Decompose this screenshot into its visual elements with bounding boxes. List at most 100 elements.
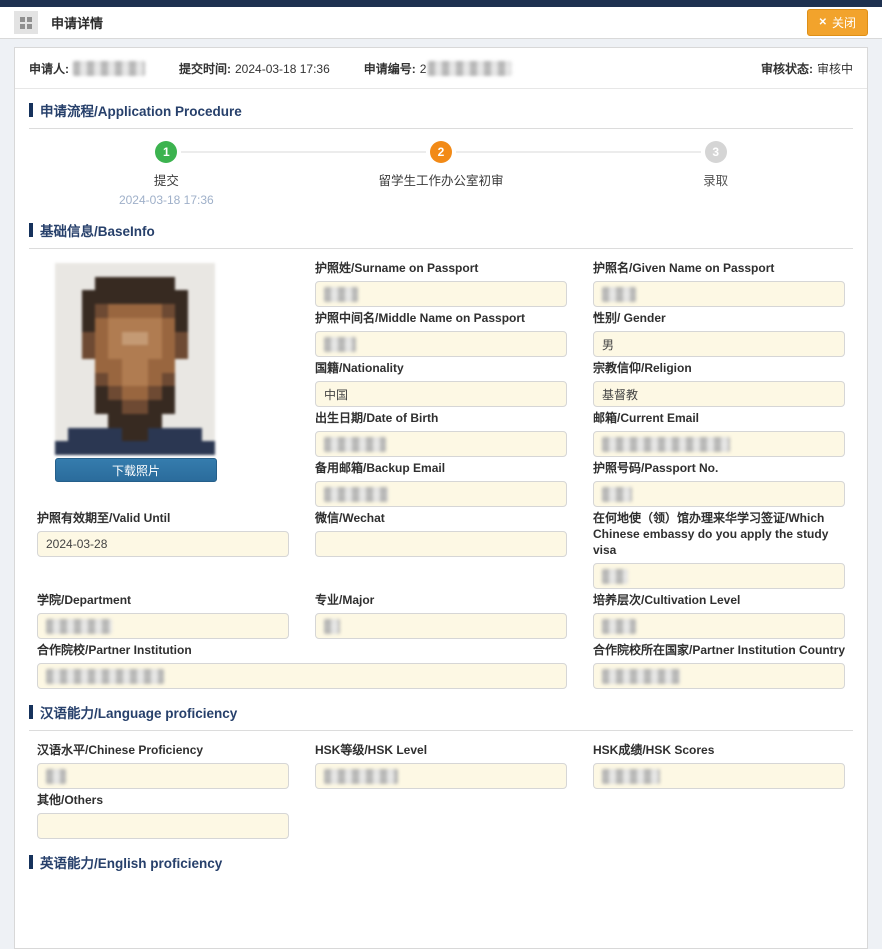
field-label: 微信/Wechat <box>315 510 567 526</box>
middle-name-input[interactable] <box>315 331 567 357</box>
field-given-name: 护照名/Given Name on Passport <box>593 260 845 307</box>
hsk-scores-input[interactable] <box>593 763 845 789</box>
major-input[interactable] <box>315 613 567 639</box>
field-label: 性别/ Gender <box>593 310 845 326</box>
submit-time-value: 2024-03-18 17:36 <box>235 62 330 76</box>
field-surname: 护照姓/Surname on Passport <box>315 260 567 307</box>
date-of-birth-input[interactable] <box>315 431 567 457</box>
current-email-input[interactable] <box>593 431 845 457</box>
field-hsk-scores: HSK成绩/HSK Scores <box>593 742 845 789</box>
field-label: 护照名/Given Name on Passport <box>593 260 845 276</box>
base-info-form: 下载照片 护照姓/Surname on Passport 护照名/Given N… <box>15 249 867 691</box>
section-language-proficiency: 汉语能力/Language proficiency <box>29 702 853 722</box>
step-2-label: 留学生工作办公室初审 <box>304 170 579 189</box>
section-base-info: 基础信息/BaseInfo <box>29 220 853 240</box>
application-no-redacted-value <box>428 61 512 76</box>
field-valid-until: 护照有效期至/Valid Until 2024-03-28 <box>37 510 289 557</box>
field-partner-country: 合作院校所在国家/Partner Institution Country <box>593 642 845 689</box>
field-passport-no: 护照号码/Passport No. <box>593 460 845 507</box>
field-label: 护照姓/Surname on Passport <box>315 260 567 276</box>
section-title: 英语能力/English proficiency <box>40 852 222 872</box>
redacted-value <box>602 287 636 302</box>
field-label: 专业/Major <box>315 592 567 608</box>
step-1-label: 提交 <box>29 170 304 189</box>
field-hsk-level: HSK等级/HSK Level <box>315 742 567 789</box>
procedure-steps: 1 提交 2024-03-18 17:36 2 留学生工作办公室初审 3 录取 <box>15 129 867 209</box>
field-middle-name: 护照中间名/Middle Name on Passport <box>315 310 567 357</box>
religion-input[interactable]: 基督教 <box>593 381 845 407</box>
application-detail-card: 申请人: 提交时间: 2024-03-18 17:36 申请编号: 2 审核状态… <box>14 47 868 949</box>
partner-institution-input[interactable] <box>37 663 567 689</box>
field-label: 护照号码/Passport No. <box>593 460 845 476</box>
review-status-item: 审核状态: 审核中 <box>761 60 853 77</box>
close-label: 关闭 <box>832 14 856 31</box>
field-current-email: 邮箱/Current Email <box>593 410 845 457</box>
field-label: 邮箱/Current Email <box>593 410 845 426</box>
grid-menu-icon[interactable] <box>14 11 38 34</box>
redacted-value <box>46 619 112 634</box>
redacted-value <box>602 437 730 452</box>
embassy-input[interactable] <box>593 563 845 589</box>
redacted-value <box>602 669 680 684</box>
redacted-value <box>602 487 632 502</box>
step-3-label: 录取 <box>578 170 853 189</box>
submit-time-label: 提交时间: <box>179 60 231 77</box>
surname-input[interactable] <box>315 281 567 307</box>
close-button[interactable]: ✕ 关闭 <box>807 9 868 36</box>
field-wechat: 微信/Wechat <box>315 510 567 557</box>
summary-row: 申请人: 提交时间: 2024-03-18 17:36 申请编号: 2 审核状态… <box>15 48 867 89</box>
hsk-level-input[interactable] <box>315 763 567 789</box>
language-proficiency-form: 汉语水平/Chinese Proficiency HSK等级/HSK Level… <box>15 731 867 841</box>
field-label: 学院/Department <box>37 592 289 608</box>
redacted-value <box>46 669 164 684</box>
nationality-input[interactable]: 中国 <box>315 381 567 407</box>
department-input[interactable] <box>37 613 289 639</box>
section-english-proficiency: 英语能力/English proficiency <box>29 852 853 872</box>
valid-until-input[interactable]: 2024-03-28 <box>37 531 289 557</box>
section-title: 基础信息/BaseInfo <box>40 220 155 240</box>
field-label: 汉语水平/Chinese Proficiency <box>37 742 289 758</box>
page-header: 申请详情 ✕ 关闭 <box>0 7 882 39</box>
section-title: 汉语能力/Language proficiency <box>40 702 237 722</box>
applicant-photo <box>55 263 215 455</box>
download-photo-button[interactable]: 下载照片 <box>55 458 217 482</box>
section-application-procedure: 申请流程/Application Procedure <box>29 100 853 120</box>
submit-time-item: 提交时间: 2024-03-18 17:36 <box>179 60 330 77</box>
field-major: 专业/Major <box>315 592 567 639</box>
partner-country-input[interactable] <box>593 663 845 689</box>
field-department: 学院/Department <box>37 592 289 639</box>
field-label: HSK等级/HSK Level <box>315 742 567 758</box>
field-label: 出生日期/Date of Birth <box>315 410 567 426</box>
field-label: 备用邮箱/Backup Email <box>315 460 567 476</box>
application-no-prefix: 2 <box>420 62 427 76</box>
field-nationality: 国籍/Nationality 中国 <box>315 360 567 407</box>
section-accent-bar <box>29 705 33 719</box>
step-1-date: 2024-03-18 17:36 <box>29 193 304 207</box>
step-office-review: 2 留学生工作办公室初审 <box>304 141 579 207</box>
redacted-value <box>324 437 386 452</box>
given-name-input[interactable] <box>593 281 845 307</box>
step-2-circle: 2 <box>430 141 452 163</box>
cultivation-level-input[interactable] <box>593 613 845 639</box>
redacted-value <box>46 769 66 784</box>
page-title: 申请详情 <box>51 13 103 32</box>
step-3-circle: 3 <box>705 141 727 163</box>
gender-input[interactable]: 男 <box>593 331 845 357</box>
field-backup-email: 备用邮箱/Backup Email <box>315 460 567 507</box>
field-label: 合作院校所在国家/Partner Institution Country <box>593 642 845 658</box>
applicant-item: 申请人: <box>29 60 145 77</box>
others-input[interactable] <box>37 813 289 839</box>
redacted-value <box>602 569 628 584</box>
redacted-value <box>324 769 398 784</box>
field-cultivation-level: 培养层次/Cultivation Level <box>593 592 845 639</box>
wechat-input[interactable] <box>315 531 567 557</box>
chinese-proficiency-input[interactable] <box>37 763 289 789</box>
field-partner-institution: 合作院校/Partner Institution <box>37 642 567 689</box>
backup-email-input[interactable] <box>315 481 567 507</box>
close-icon: ✕ <box>819 18 827 28</box>
field-date-of-birth: 出生日期/Date of Birth <box>315 410 567 457</box>
field-label: 合作院校/Partner Institution <box>37 642 567 658</box>
field-label: 其他/Others <box>37 792 289 808</box>
passport-no-input[interactable] <box>593 481 845 507</box>
field-embassy: 在何地使（领）馆办理来华学习签证/Which Chinese embassy d… <box>593 510 845 589</box>
